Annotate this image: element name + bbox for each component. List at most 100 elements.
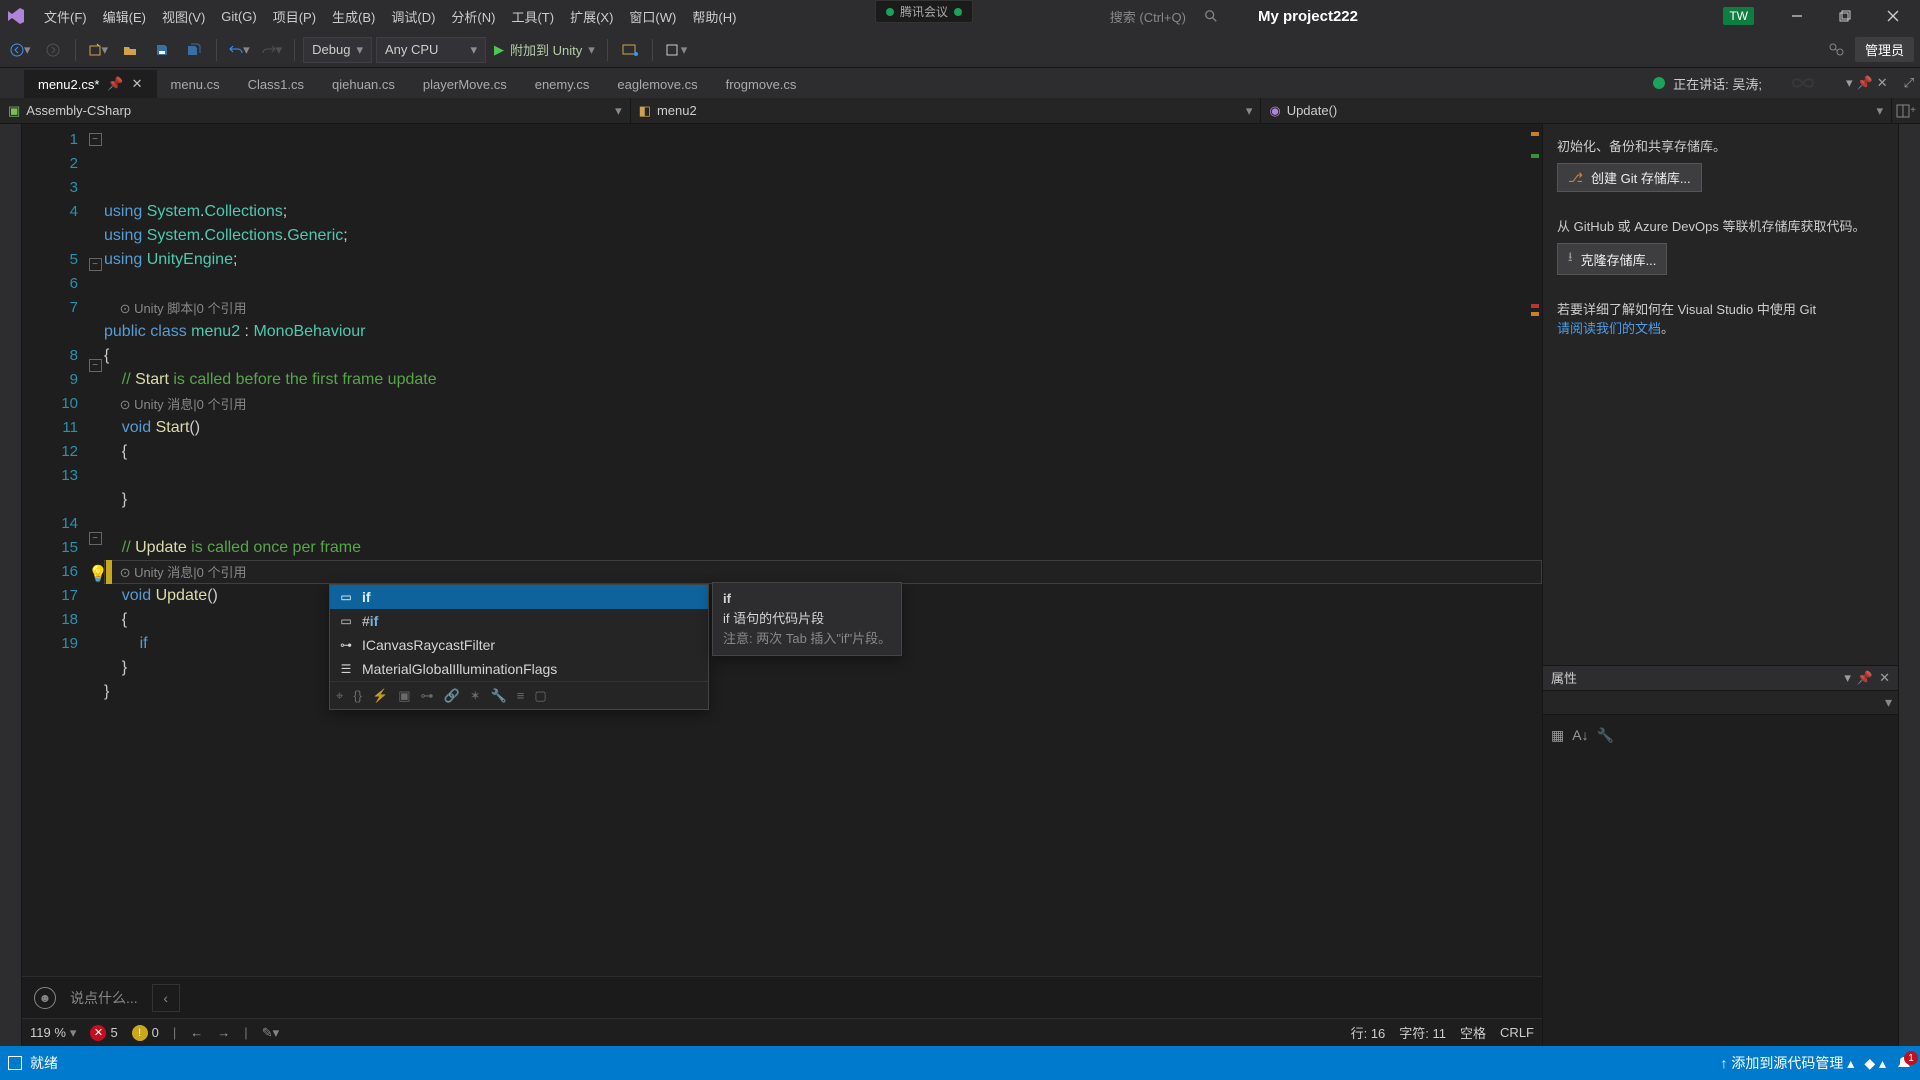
menu-ext[interactable]: 扩展(X): [562, 0, 621, 32]
config-dropdown[interactable]: Debug▾: [303, 37, 372, 63]
attach-process-button[interactable]: [616, 36, 644, 64]
prop-sort-icon[interactable]: A↓: [1572, 727, 1588, 744]
panel-pin-icon[interactable]: 📌: [1857, 670, 1873, 686]
menu-help[interactable]: 帮助(H): [684, 0, 744, 32]
tab-eaglemove[interactable]: eaglemove.cs: [603, 70, 711, 98]
zoom-dropdown[interactable]: 119 %▾: [30, 1025, 76, 1041]
filter-link-icon[interactable]: 🔗: [444, 684, 460, 708]
lightbulb-icon[interactable]: 💡: [88, 564, 104, 580]
tabs-dropdown-icon[interactable]: ▾: [1846, 75, 1853, 91]
source-control-button[interactable]: ↑ 添加到源代码管理 ▴: [1721, 1053, 1855, 1073]
overview-ruler[interactable]: [1528, 124, 1542, 976]
unpin-icon[interactable]: 📌: [107, 76, 123, 92]
voice-input-bar[interactable]: ☻ 说点什么... ‹: [22, 976, 1542, 1018]
split-editor-button[interactable]: +: [1892, 104, 1920, 118]
code-area[interactable]: using System.Collections;using System.Co…: [104, 124, 1542, 976]
git-clone-repo-button[interactable]: ⭳ 克隆存储库...: [1557, 243, 1667, 275]
menu-analyze[interactable]: 分析(N): [443, 0, 503, 32]
filter-target-icon[interactable]: ⌖: [336, 684, 343, 708]
attach-unity-button[interactable]: ▶ 附加到 Unity ▾: [490, 36, 599, 64]
tab-frogmove[interactable]: frogmove.cs: [712, 70, 811, 98]
close-icon[interactable]: ✕: [132, 76, 143, 92]
code-editor[interactable]: 12345678910111213141516171819 −−−− using…: [22, 124, 1542, 976]
menu-file[interactable]: 文件(F): [36, 0, 95, 32]
window-restore-button[interactable]: [1822, 0, 1868, 32]
voice-collapse-button[interactable]: ‹: [152, 984, 180, 1012]
completion-kind-icon: ▭: [338, 609, 354, 633]
intellisense-popup[interactable]: ▭if▭#if⊶ICanvasRaycastFilter☰MaterialGlo…: [329, 584, 709, 710]
pin-panel-icon[interactable]: 📌: [1857, 75, 1873, 91]
expand-panel-icon[interactable]: ⤢: [1904, 75, 1914, 91]
infinity-logo-icon: [1782, 72, 1824, 94]
live-share-button[interactable]: ▾: [661, 36, 692, 64]
redo-button[interactable]: ▾: [258, 36, 287, 64]
menu-debug[interactable]: 调试(D): [383, 0, 443, 32]
intellisense-item[interactable]: ⊶ICanvasRaycastFilter: [330, 633, 708, 657]
filter-list-icon[interactable]: ≡: [517, 684, 525, 708]
tab-playermove[interactable]: playerMove.cs: [409, 70, 521, 98]
filter-struct-icon[interactable]: ▣: [398, 684, 410, 708]
tab-enemy[interactable]: enemy.cs: [521, 70, 604, 98]
nav-back-button[interactable]: ▾: [6, 36, 35, 64]
indent-mode[interactable]: 空格: [1460, 1023, 1486, 1042]
eol-mode[interactable]: CRLF: [1500, 1025, 1534, 1040]
menu-tools[interactable]: 工具(T): [503, 0, 562, 32]
error-count[interactable]: ✕5: [90, 1025, 117, 1041]
panel-close-icon[interactable]: ✕: [1879, 670, 1890, 686]
filter-star-icon[interactable]: ✶: [470, 684, 481, 708]
intellisense-filter-bar[interactable]: ⌖ {} ⚡ ▣ ⊶ 🔗 ✶ 🔧 ≡ ▢: [330, 681, 708, 709]
tab-label: frogmove.cs: [726, 77, 797, 92]
window-close-button[interactable]: [1870, 0, 1916, 32]
git-create-repo-button[interactable]: ⎇ 创建 Git 存储库...: [1557, 163, 1702, 192]
filter-event-icon[interactable]: ⚡: [372, 684, 388, 708]
filter-braces-icon[interactable]: {}: [353, 684, 362, 708]
window-minimize-button[interactable]: [1774, 0, 1820, 32]
menu-edit[interactable]: 编辑(E): [95, 0, 154, 32]
new-item-button[interactable]: ▾: [84, 36, 113, 64]
menu-window[interactable]: 窗口(W): [621, 0, 684, 32]
platform-dropdown[interactable]: Any CPU▾: [376, 37, 486, 63]
filter-interface-icon[interactable]: ⊶: [421, 684, 434, 708]
nav-project-dropdown[interactable]: ▣ Assembly-CSharp ▾: [0, 98, 631, 123]
filter-square-icon[interactable]: ▢: [534, 684, 546, 708]
global-search[interactable]: 搜索 (Ctrl+Q): [1110, 7, 1218, 26]
warning-count[interactable]: !0: [132, 1025, 159, 1041]
undo-button[interactable]: ▾: [225, 36, 254, 64]
status-mode-icon[interactable]: [8, 1056, 22, 1070]
prop-categorize-icon[interactable]: ▦: [1551, 727, 1564, 744]
fold-column[interactable]: −−−−: [86, 124, 104, 976]
repo-picker-button[interactable]: ◆ ▴: [1864, 1055, 1886, 1072]
open-file-button[interactable]: [116, 36, 144, 64]
tab-menu2[interactable]: menu2.cs* 📌 ✕: [24, 70, 157, 98]
menu-project[interactable]: 项目(P): [265, 0, 324, 32]
intellisense-item[interactable]: ▭#if: [330, 609, 708, 633]
tab-qiehuan[interactable]: qiehuan.cs: [318, 70, 409, 98]
left-tool-rail[interactable]: [0, 124, 22, 1046]
save-all-button[interactable]: [180, 36, 208, 64]
save-button[interactable]: [148, 36, 176, 64]
tab-class1[interactable]: Class1.cs: [234, 70, 318, 98]
prop-wrench-icon[interactable]: 🔧: [1597, 727, 1614, 744]
intellisense-item[interactable]: ☰MaterialGlobalIlluminationFlags: [330, 657, 708, 681]
nav-method-dropdown[interactable]: ◉ Update() ▾: [1261, 98, 1892, 123]
notifications-button[interactable]: 1: [1896, 1055, 1912, 1071]
tab-menu[interactable]: menu.cs: [157, 70, 234, 98]
right-tool-rail[interactable]: [1898, 124, 1920, 1046]
nav-prev-button[interactable]: ←: [190, 1025, 203, 1040]
feedback-button[interactable]: [1823, 36, 1851, 64]
nav-forward-button[interactable]: [39, 36, 67, 64]
intellisense-item[interactable]: ▭if: [330, 585, 708, 609]
properties-panel-header[interactable]: 属性 ▾ 📌 ✕: [1543, 665, 1898, 691]
close-panel-icon[interactable]: ✕: [1877, 75, 1888, 91]
menu-view[interactable]: 视图(V): [154, 0, 213, 32]
nav-class-dropdown[interactable]: ◧ menu2 ▾: [631, 98, 1262, 123]
nav-next-button[interactable]: →: [217, 1025, 230, 1040]
user-badge[interactable]: TW: [1723, 7, 1754, 25]
menu-git[interactable]: Git(G): [213, 0, 264, 32]
panel-menu-icon[interactable]: ▾: [1844, 670, 1851, 686]
filter-wrench-icon[interactable]: 🔧: [491, 684, 507, 708]
properties-object-dropdown[interactable]: ▾: [1543, 691, 1898, 715]
pen-icon[interactable]: ✎▾: [262, 1025, 279, 1041]
git-docs-link[interactable]: 请阅读我们的文档: [1557, 321, 1661, 336]
menu-build[interactable]: 生成(B): [324, 0, 383, 32]
